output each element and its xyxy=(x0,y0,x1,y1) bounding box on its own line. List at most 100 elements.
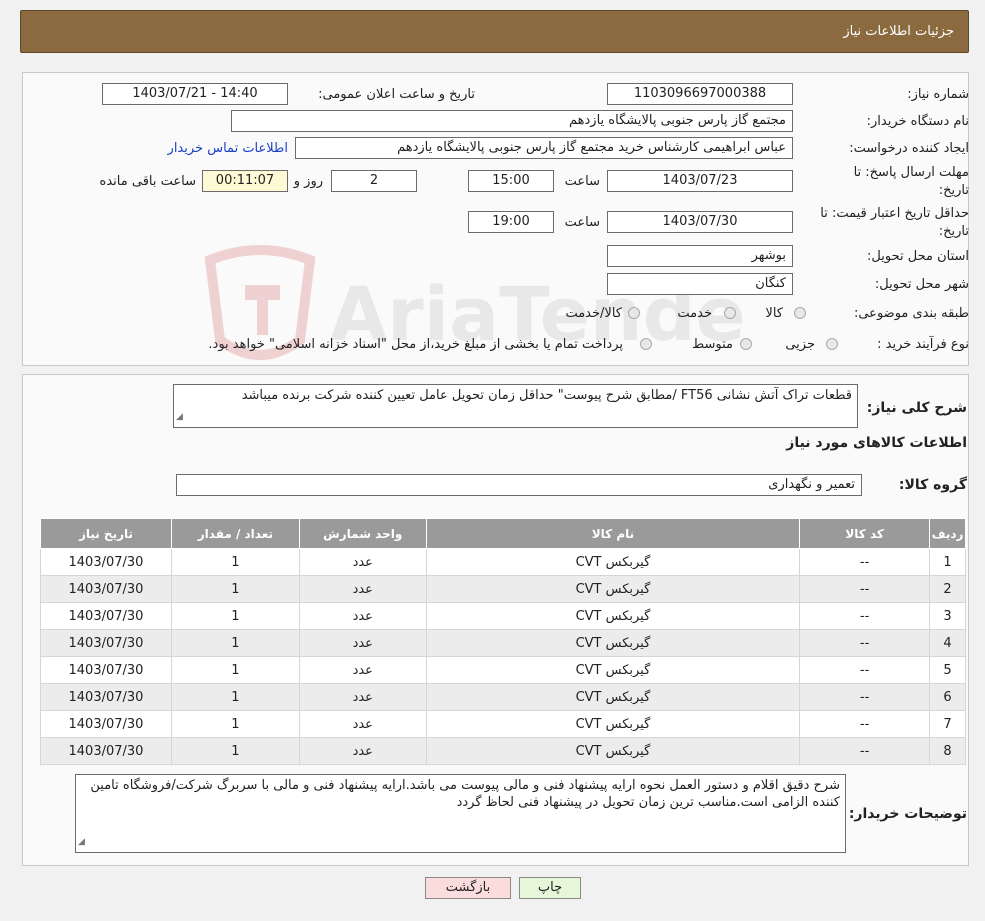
validity-label-line1: حداقل تاریخ اعتبار قیمت: تا xyxy=(820,206,969,221)
cell-quantity: 1 xyxy=(170,575,300,603)
cell-row-number: 3 xyxy=(929,602,966,630)
cell-row-number: 5 xyxy=(929,656,966,684)
process-option-minor: جزیی xyxy=(785,337,815,352)
cell-quantity: 1 xyxy=(170,683,300,711)
buyer-notes-label: توضیحات خریدار: xyxy=(848,806,967,822)
deadline-date-field: 1403/07/23 xyxy=(607,170,793,192)
col-header-code: کد کالا xyxy=(799,518,931,549)
table-row: 3 -- گیربکس CVT عدد 1 1403/07/30 xyxy=(40,602,966,630)
cell-need-date: 1403/07/30 xyxy=(40,683,172,711)
cell-need-date: 1403/07/30 xyxy=(40,656,172,684)
city-label: شهر محل تحویل: xyxy=(874,277,969,292)
goods-section-title: اطلاعات کالاهای مورد نیاز xyxy=(786,435,967,451)
col-header-row: ردیف xyxy=(929,518,966,549)
cell-unit: عدد xyxy=(298,629,427,657)
category-radio-goods-service[interactable] xyxy=(628,307,640,319)
goods-group-label: گروه کالا: xyxy=(898,477,967,493)
cell-row-number: 1 xyxy=(929,548,966,576)
city-field: کنگان xyxy=(607,273,793,295)
validity-time-field: 19:00 xyxy=(468,211,554,233)
process-radio-medium[interactable] xyxy=(740,338,752,350)
table-row: 8 -- گیربکس CVT عدد 1 1403/07/30 xyxy=(40,737,966,765)
province-label: استان محل تحویل: xyxy=(867,249,969,264)
process-type-label: نوع فرآیند خرید : xyxy=(877,337,969,352)
summary-label: شرح کلی نیاز: xyxy=(866,400,967,416)
cell-need-date: 1403/07/30 xyxy=(40,737,172,765)
cell-item-code: -- xyxy=(799,737,931,765)
cell-row-number: 4 xyxy=(929,629,966,657)
cell-need-date: 1403/07/30 xyxy=(40,548,172,576)
cell-row-number: 2 xyxy=(929,575,966,603)
announce-field: 1403/07/21 - 14:40 xyxy=(102,83,288,105)
cell-quantity: 1 xyxy=(170,602,300,630)
cell-unit: عدد xyxy=(298,575,427,603)
creator-label: ایجاد کننده درخواست: xyxy=(849,141,969,156)
cell-item-name: گیربکس CVT xyxy=(425,629,801,657)
need-number-label: شماره نیاز: xyxy=(907,87,969,102)
cell-quantity: 1 xyxy=(170,656,300,684)
remaining-time-field: 00:11:07 xyxy=(202,170,288,192)
days-remaining-field: 2 xyxy=(331,170,417,192)
resize-grip-icon[interactable]: ◢ xyxy=(78,834,85,851)
remaining-label: ساعت باقی مانده xyxy=(99,174,196,189)
cell-item-name: گیربکس CVT xyxy=(425,737,801,765)
summary-textarea[interactable]: قطعات تراک آتش نشانی FT56 /مطابق شرح پیو… xyxy=(173,384,858,428)
buyer-org-field: مجتمع گاز پارس جنوبی پالایشگاه یازدهم xyxy=(231,110,793,132)
cell-quantity: 1 xyxy=(170,548,300,576)
table-row: 4 -- گیربکس CVT عدد 1 1403/07/30 xyxy=(40,629,966,657)
cell-item-code: -- xyxy=(799,656,931,684)
items-table-header: ردیف کد کالا نام کالا واحد شمارش تعداد /… xyxy=(40,518,966,549)
province-field: بوشهر xyxy=(607,245,793,267)
need-number-field: 1103096697000388 xyxy=(607,83,793,105)
deadline-label-line2: تاریخ: xyxy=(938,183,969,198)
cell-unit: عدد xyxy=(298,656,427,684)
validity-label-line2: تاریخ: xyxy=(938,224,969,239)
category-label: طبقه بندی موضوعی: xyxy=(853,306,969,321)
cell-unit: عدد xyxy=(298,737,427,765)
category-radio-service[interactable] xyxy=(724,307,736,319)
buyer-notes-text: شرح دقیق اقلام و دستور العمل نحوه ارایه … xyxy=(90,778,840,810)
category-option-goods-service: کالا/خدمت xyxy=(565,306,622,321)
process-radio-treasury[interactable] xyxy=(640,338,652,350)
cell-quantity: 1 xyxy=(170,737,300,765)
cell-item-code: -- xyxy=(799,629,931,657)
goods-group-field: تعمیر و نگهداری xyxy=(176,474,862,496)
buyer-org-label: نام دستگاه خریدار: xyxy=(866,114,969,129)
buyer-contact-link[interactable]: اطلاعات تماس خریدار xyxy=(168,141,288,156)
category-radio-goods[interactable] xyxy=(794,307,806,319)
process-radio-minor[interactable] xyxy=(826,338,838,350)
cell-unit: عدد xyxy=(298,683,427,711)
table-row: 7 -- گیربکس CVT عدد 1 1403/07/30 xyxy=(40,710,966,738)
creator-field: عباس ابراهیمی کارشناس خرید مجتمع گاز پار… xyxy=(295,137,793,159)
cell-row-number: 8 xyxy=(929,737,966,765)
col-header-name: نام کالا xyxy=(425,518,801,549)
cell-quantity: 1 xyxy=(170,710,300,738)
cell-item-name: گیربکس CVT xyxy=(425,710,801,738)
resize-grip-icon[interactable]: ◢ xyxy=(176,409,183,426)
buyer-notes-textarea[interactable]: شرح دقیق اقلام و دستور العمل نحوه ارایه … xyxy=(75,774,846,853)
page-title: جزئیات اطلاعات نیاز xyxy=(843,24,954,39)
cell-item-name: گیربکس CVT xyxy=(425,656,801,684)
cell-item-name: گیربکس CVT xyxy=(425,683,801,711)
process-note: پرداخت تمام یا بخشی از مبلغ خرید،از محل … xyxy=(208,337,623,352)
cell-unit: عدد xyxy=(298,548,427,576)
cell-need-date: 1403/07/30 xyxy=(40,575,172,603)
cell-unit: عدد xyxy=(298,710,427,738)
process-option-medium: متوسط xyxy=(692,337,733,352)
cell-item-name: گیربکس CVT xyxy=(425,548,801,576)
cell-item-name: گیربکس CVT xyxy=(425,575,801,603)
cell-row-number: 6 xyxy=(929,683,966,711)
table-row: 5 -- گیربکس CVT عدد 1 1403/07/30 xyxy=(40,656,966,684)
table-row: 1 -- گیربکس CVT عدد 1 1403/07/30 xyxy=(40,548,966,576)
cell-item-code: -- xyxy=(799,683,931,711)
cell-need-date: 1403/07/30 xyxy=(40,710,172,738)
validity-date-field: 1403/07/30 xyxy=(607,211,793,233)
table-row: 6 -- گیربکس CVT عدد 1 1403/07/30 xyxy=(40,683,966,711)
cell-item-name: گیربکس CVT xyxy=(425,602,801,630)
back-button[interactable]: بازگشت xyxy=(425,877,511,899)
cell-item-code: -- xyxy=(799,602,931,630)
cell-unit: عدد xyxy=(298,602,427,630)
days-label: روز و xyxy=(293,174,323,189)
deadline-time-label: ساعت xyxy=(564,174,600,189)
print-button[interactable]: چاپ xyxy=(519,877,581,899)
